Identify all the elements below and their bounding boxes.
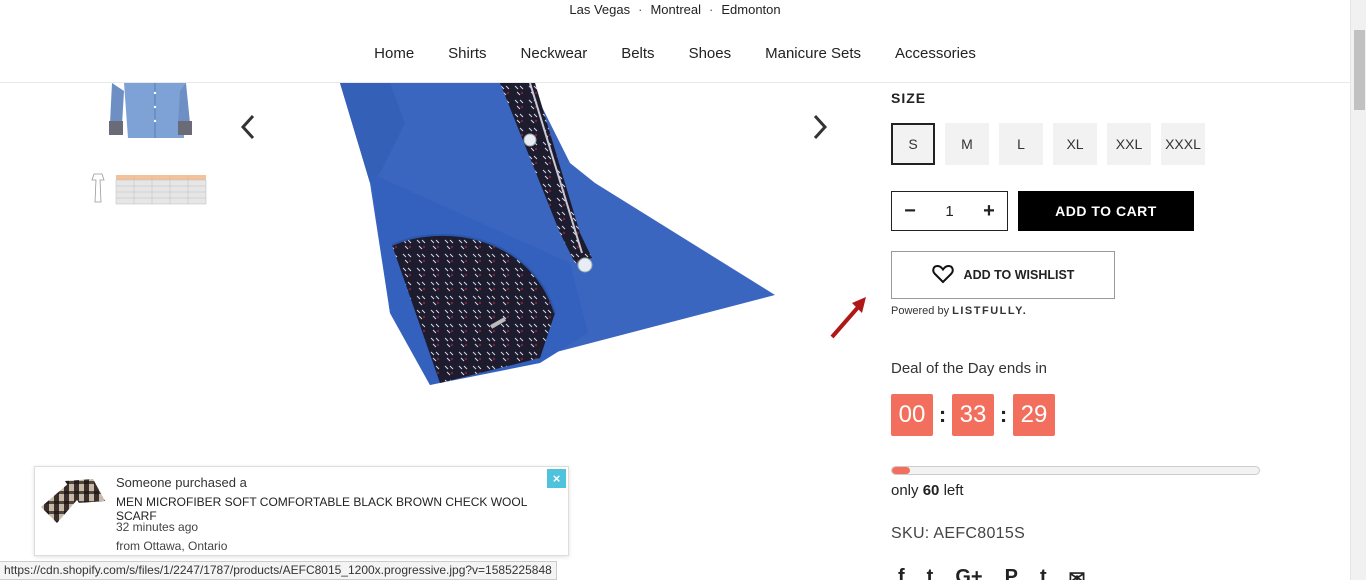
location-separator: ·: [638, 2, 643, 17]
gallery-prev-arrow-icon[interactable]: [238, 112, 258, 146]
main-nav: Home Shirts Neckwear Belts Shoes Manicur…: [0, 36, 1350, 72]
quantity-stepper: − 1 +: [891, 191, 1008, 231]
stock-progress-bar: [891, 466, 1260, 475]
popup-product-title[interactable]: MEN MICROFIBER SOFT COMFORTABLE BLACK BR…: [116, 495, 568, 523]
quantity-decrease-button[interactable]: −: [902, 200, 918, 223]
location-montreal[interactable]: Montreal: [650, 2, 701, 17]
nav-item-shoes[interactable]: Shoes: [672, 36, 749, 72]
listfully-brand[interactable]: LISTFULLY.: [952, 305, 1027, 317]
facebook-icon[interactable]: f: [898, 566, 905, 580]
nav-item-neckwear[interactable]: Neckwear: [504, 36, 605, 72]
size-option-xl[interactable]: XL: [1053, 123, 1097, 165]
stock-count: 60: [922, 482, 940, 499]
nav-item-home[interactable]: Home: [357, 36, 431, 72]
stock-remaining-text: only 60 left: [891, 482, 964, 499]
location-las-vegas[interactable]: Las Vegas: [569, 2, 630, 17]
nav-item-accessories[interactable]: Accessories: [878, 36, 993, 72]
google-plus-icon[interactable]: G+: [955, 566, 982, 580]
countdown-timer: 00 : 33 : 29: [891, 394, 1055, 436]
powered-by-text: Powered by LISTFULLY.: [891, 305, 1027, 317]
size-option-xxxl[interactable]: XXXL: [1161, 123, 1205, 165]
red-pointer-arrow-icon: [828, 293, 870, 341]
stock-suffix: left: [943, 482, 964, 499]
timer-separator: :: [999, 402, 1008, 427]
twitter-icon[interactable]: t: [927, 566, 934, 580]
thumbnail-size-chart[interactable]: [88, 172, 208, 206]
popup-location: from Ottawa, Ontario: [116, 539, 228, 553]
timer-separator: :: [938, 402, 947, 427]
email-icon[interactable]: ✉: [1069, 566, 1086, 580]
timer-hours: 00: [891, 394, 933, 436]
wishlist-label: ADD TO WISHLIST: [963, 268, 1075, 282]
add-to-cart-button[interactable]: ADD TO CART: [1018, 191, 1194, 231]
location-separator: ·: [709, 2, 714, 17]
browser-status-url: https://cdn.shopify.com/s/files/1/2247/1…: [0, 561, 557, 580]
size-option-l[interactable]: L: [999, 123, 1043, 165]
stock-prefix: only: [891, 482, 919, 499]
add-to-wishlist-button[interactable]: ADD TO WISHLIST: [891, 251, 1115, 299]
scrollbar-thumb[interactable]: [1354, 30, 1365, 110]
popup-intro-text: Someone purchased a: [116, 475, 247, 490]
recent-purchase-popup[interactable]: Someone purchased a MEN MICROFIBER SOFT …: [34, 466, 569, 556]
timer-seconds: 29: [1013, 394, 1055, 436]
nav-item-manicure-sets[interactable]: Manicure Sets: [748, 36, 878, 72]
sku-text: SKU: AEFC8015S: [891, 525, 1026, 542]
location-edmonton[interactable]: Edmonton: [721, 2, 780, 17]
tumblr-icon[interactable]: t: [1040, 566, 1047, 580]
scarf-product-image: [39, 477, 107, 527]
heart-icon: [931, 264, 954, 287]
pinterest-icon[interactable]: P: [1005, 566, 1018, 580]
size-option-m[interactable]: M: [945, 123, 989, 165]
gallery-next-arrow-icon[interactable]: [810, 112, 830, 146]
social-share-icons: f t G+ P t ✉: [898, 566, 1085, 580]
powered-by-prefix: Powered by: [891, 305, 950, 317]
timer-minutes: 33: [952, 394, 994, 436]
size-option-xxl[interactable]: XXL: [1107, 123, 1151, 165]
stock-progress-fill: [892, 467, 911, 474]
quantity-value[interactable]: 1: [945, 203, 953, 220]
popup-time-ago: 32 minutes ago: [116, 520, 199, 534]
top-locations-bar: Las Vegas · Montreal · Edmonton: [0, 0, 1350, 22]
page-scrollbar[interactable]: [1350, 0, 1366, 580]
size-option-s[interactable]: S: [891, 123, 935, 165]
nav-item-shirts[interactable]: Shirts: [431, 36, 503, 72]
quantity-increase-button[interactable]: +: [981, 200, 997, 223]
popup-close-button[interactable]: ×: [547, 469, 566, 488]
product-main-image: [330, 82, 790, 393]
thumbnail-shirt[interactable]: [100, 83, 210, 143]
deal-of-day-text: Deal of the Day ends in: [891, 360, 1047, 377]
size-label: SIZE: [891, 90, 927, 106]
nav-item-belts[interactable]: Belts: [604, 36, 671, 72]
size-selector: S M L XL XXL XXXL: [891, 123, 1205, 165]
